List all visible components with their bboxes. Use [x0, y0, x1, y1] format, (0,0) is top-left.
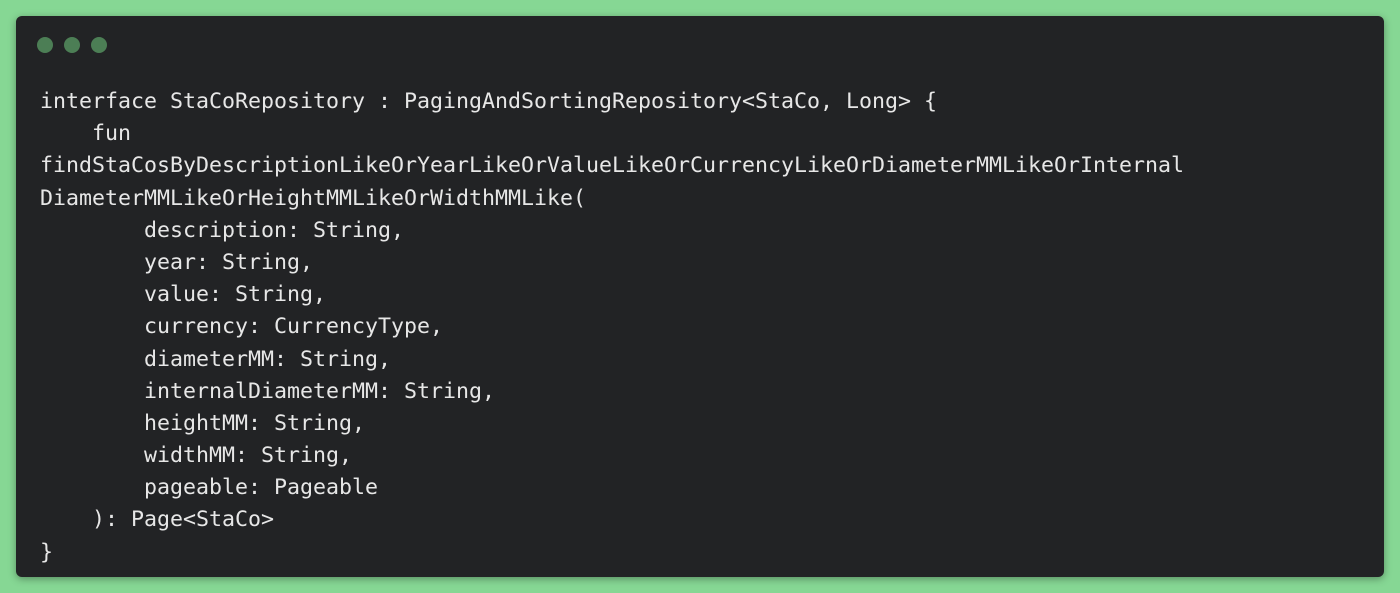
code-line: fun: [40, 121, 132, 147]
code-line: description: String,: [40, 217, 405, 243]
code-window: interface StaCoRepository : PagingAndSor…: [16, 16, 1384, 577]
code-line: findStaCosByDescriptionLikeOrYearLikeOrV…: [40, 153, 1185, 179]
code-line: widthMM: String,: [40, 443, 353, 469]
code-line: heightMM: String,: [40, 410, 366, 436]
code-line: currency: CurrencyType,: [40, 314, 444, 340]
window-dot-icon: [64, 37, 80, 53]
code-line: DiameterMMLikeOrHeightMMLikeOrWidthMMLik…: [40, 185, 587, 211]
code-line: internalDiameterMM: String,: [40, 378, 496, 404]
code-line: year: String,: [40, 249, 314, 275]
code-line: ): Page<StaCo>: [40, 507, 275, 533]
code-block: interface StaCoRepository : PagingAndSor…: [40, 86, 1184, 569]
window-dot-icon: [91, 37, 107, 53]
code-line: diameterMM: String,: [40, 346, 392, 372]
code-line: pageable: Pageable: [40, 475, 379, 501]
window-controls: [37, 37, 107, 53]
window-dot-icon: [37, 37, 53, 53]
code-line: value: String,: [40, 282, 327, 308]
code-line: interface StaCoRepository : PagingAndSor…: [40, 89, 938, 114]
code-line: }: [40, 539, 54, 565]
